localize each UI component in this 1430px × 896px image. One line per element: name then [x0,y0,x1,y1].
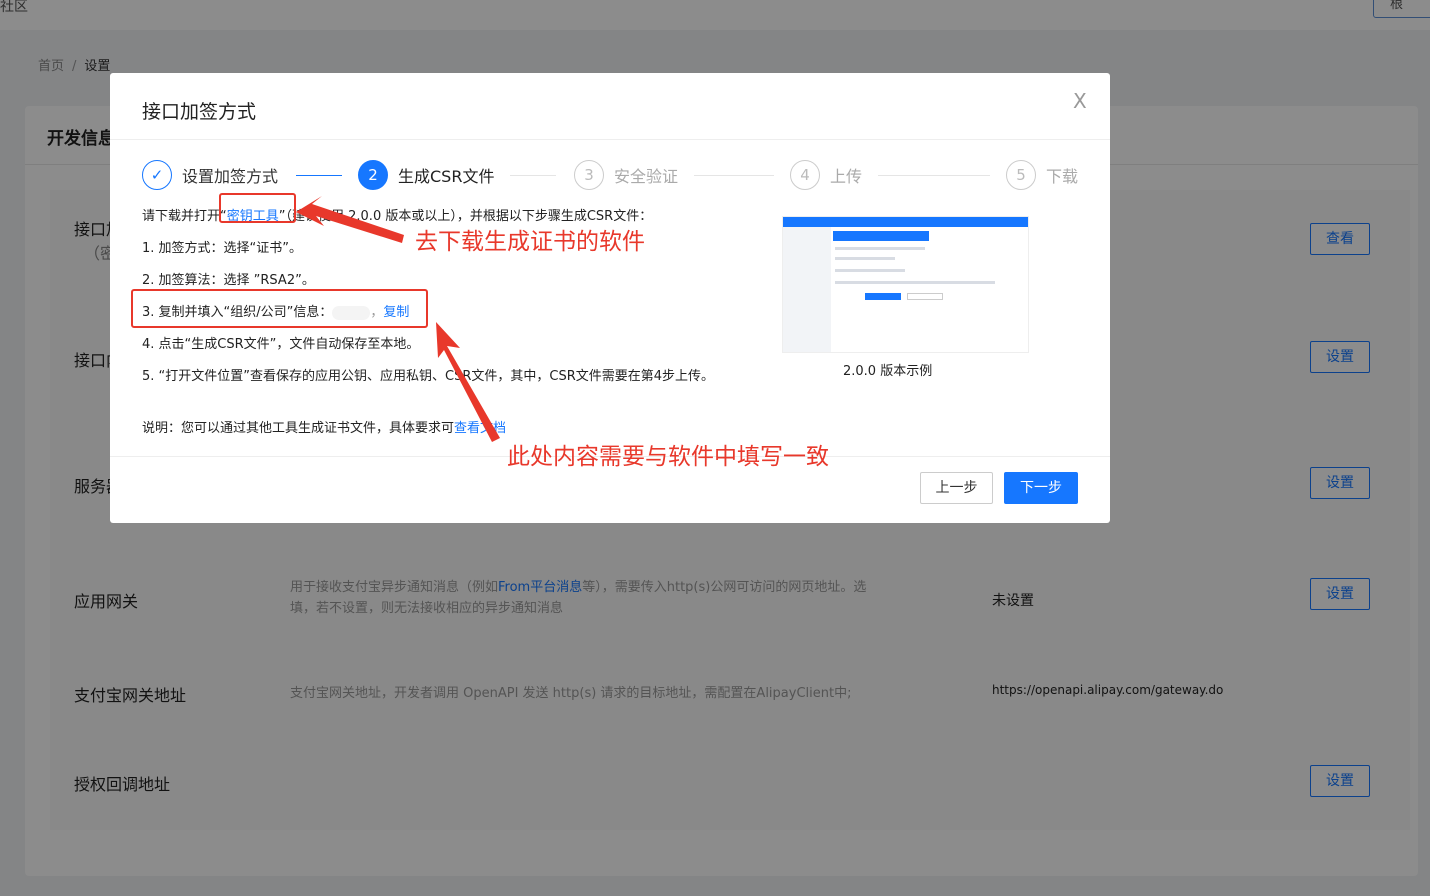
annotation-consistency-hint: 此处内容需要与软件中填写一致 [507,444,829,470]
annotation-download-hint: 去下载生成证书的软件 [415,229,645,255]
arrow-to-org-info [436,322,500,442]
arrow-to-key-tool [296,196,404,243]
